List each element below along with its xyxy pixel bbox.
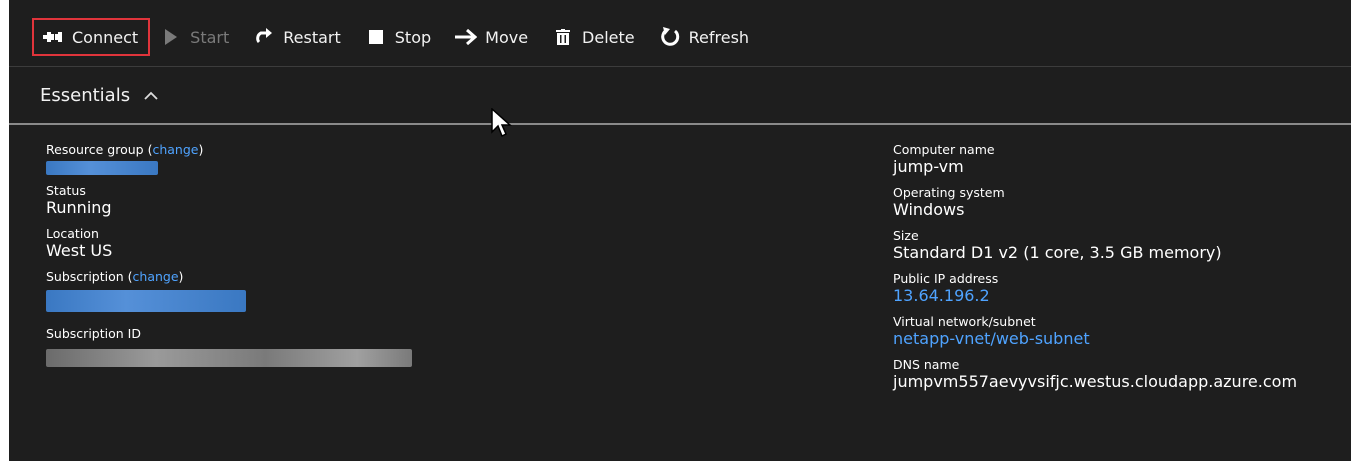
arrow-right-icon <box>455 26 478 48</box>
chevron-up-icon <box>144 91 158 100</box>
subscription-field: Subscription (change) <box>46 269 646 312</box>
essentials-title: Essentials <box>40 84 131 106</box>
restart-label: Restart <box>283 27 341 47</box>
location-field: Location West US <box>46 226 646 261</box>
status-field: Status Running <box>46 183 646 218</box>
public-ip-field: Public IP address 13.64.196.2 <box>893 271 1351 306</box>
restart-button[interactable]: Restart <box>245 18 355 56</box>
stop-label: Stop <box>394 27 432 47</box>
resource-group-field: Resource group (change) <box>46 142 646 175</box>
mouse-pointer-icon <box>491 107 513 142</box>
os-label: Operating system <box>893 185 1005 200</box>
start-label: Start <box>190 27 230 47</box>
trash-icon <box>552 26 574 48</box>
location-label: Location <box>46 226 99 241</box>
public-ip-link[interactable]: 13.64.196.2 <box>893 286 1351 306</box>
stop-icon <box>365 26 387 48</box>
vnet-link[interactable]: netapp-vnet/web-subnet <box>893 329 1351 349</box>
public-ip-label: Public IP address <box>893 271 999 286</box>
os-field: Operating system Windows <box>893 185 1351 220</box>
refresh-icon <box>659 26 681 48</box>
dns-value: jumpvm557aevyvsifjc.westus.cloudapp.azur… <box>893 372 1298 391</box>
subscription-id-value-redacted <box>46 349 412 367</box>
essentials-left-column: Resource group (change) Status Running L… <box>46 142 646 375</box>
size-field: Size Standard D1 v2 (1 core, 3.5 GB memo… <box>893 228 1351 263</box>
subscription-id-label: Subscription ID <box>46 326 141 341</box>
resource-group-label: Resource group <box>46 142 144 157</box>
connect-plug-icon <box>42 26 64 48</box>
stop-button[interactable]: Stop <box>357 18 445 56</box>
refresh-label: Refresh <box>688 27 750 47</box>
location-value: West US <box>46 241 113 260</box>
size-value[interactable]: Standard D1 v2 (1 core, 3.5 GB memory) <box>893 243 1351 263</box>
start-button[interactable]: Start <box>152 18 243 56</box>
restart-icon <box>253 26 275 48</box>
connect-label: Connect <box>72 27 139 47</box>
resource-group-change-link[interactable]: change <box>152 142 198 157</box>
vm-blade: Connect Start Restart Stop Move Delete R… <box>9 8 1351 461</box>
move-button[interactable]: Move <box>447 18 542 56</box>
resource-group-value-redacted[interactable] <box>46 161 158 175</box>
connect-button[interactable]: Connect <box>32 18 151 56</box>
subscription-change-link[interactable]: change <box>133 269 179 284</box>
vnet-label: Virtual network/subnet <box>893 314 1036 329</box>
delete-label: Delete <box>582 27 635 47</box>
essentials-toggle[interactable]: Essentials <box>9 67 1351 125</box>
subscription-value-redacted[interactable] <box>46 290 246 312</box>
size-label: Size <box>893 228 919 243</box>
refresh-button[interactable]: Refresh <box>651 18 763 56</box>
dns-field: DNS name jumpvm557aevyvsifjc.westus.clou… <box>893 357 1351 392</box>
subscription-label: Subscription <box>46 269 124 284</box>
computer-name-value: jump-vm <box>893 157 964 176</box>
status-value: Running <box>46 198 112 217</box>
os-value: Windows <box>893 200 965 219</box>
vnet-field: Virtual network/subnet netapp-vnet/web-s… <box>893 314 1351 349</box>
command-toolbar: Connect Start Restart Stop Move Delete R… <box>9 8 1351 67</box>
computer-name-field: Computer name jump-vm <box>893 142 1351 177</box>
subscription-id-field: Subscription ID <box>46 326 646 367</box>
essentials-right-column: Computer name jump-vm Operating system W… <box>893 142 1351 400</box>
status-label: Status <box>46 183 86 198</box>
computer-name-label: Computer name <box>893 142 995 157</box>
window-left-edge <box>0 0 9 461</box>
play-icon <box>160 26 182 48</box>
dns-label: DNS name <box>893 357 960 372</box>
delete-button[interactable]: Delete <box>544 18 649 56</box>
move-label: Move <box>485 27 529 47</box>
